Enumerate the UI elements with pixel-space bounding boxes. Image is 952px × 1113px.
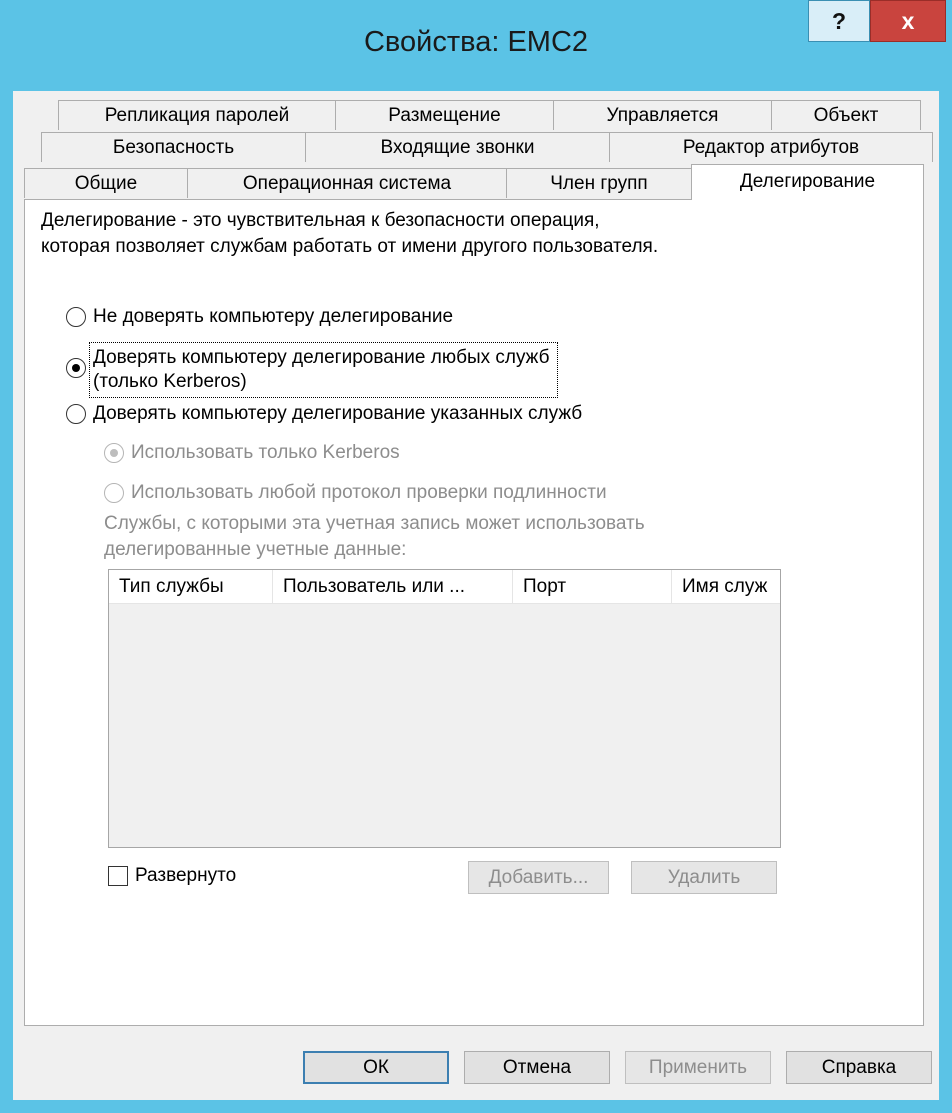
radio-kerberos-only[interactable]: Использовать только Kerberos: [104, 441, 400, 465]
radio-no-trust[interactable]: Не доверять компьютеру делегирование: [66, 305, 453, 329]
description-line-2: которая позволяет службам работать от им…: [41, 236, 659, 257]
tab-password-replication[interactable]: Репликация паролей: [58, 100, 336, 130]
tab-security[interactable]: Безопасность: [41, 132, 306, 162]
help-button[interactable]: Справка: [786, 1051, 932, 1084]
column-service-type[interactable]: Тип службы: [109, 570, 273, 603]
radio-trust-specified[interactable]: Доверять компьютеру делегирование указан…: [66, 402, 582, 426]
services-label-line-2: делегированные учетные данные:: [104, 539, 407, 560]
radio-trust-specified-indicator[interactable]: [66, 404, 86, 424]
add-service-button[interactable]: Добавить...: [468, 861, 609, 894]
help-title-button[interactable]: ?: [808, 0, 870, 42]
expanded-checkbox-label: Развернуто: [135, 865, 237, 886]
tab-member-of[interactable]: Член групп: [506, 168, 692, 198]
radio-kerberos-only-label: Использовать только Kerberos: [131, 442, 400, 463]
tab-delegation[interactable]: Делегирование: [691, 164, 924, 200]
radio-kerberos-only-indicator[interactable]: [104, 443, 124, 463]
column-user-or-computer[interactable]: Пользователь или ...: [273, 570, 513, 603]
close-button[interactable]: x: [870, 0, 946, 42]
services-label: Службы, с которыми эта учетная запись мо…: [104, 511, 645, 563]
expanded-checkbox-box[interactable]: [108, 866, 128, 886]
radio-no-trust-indicator[interactable]: [66, 307, 86, 327]
properties-dialog: Свойства: EMC2 ? x Репликация паролей Ра…: [0, 0, 952, 1113]
tab-operating-system[interactable]: Операционная система: [187, 168, 507, 198]
tab-object[interactable]: Объект: [771, 100, 921, 130]
radio-trust-specified-label: Доверять компьютеру делегирование указан…: [93, 403, 583, 424]
column-port[interactable]: Порт: [513, 570, 672, 603]
description-line-1: Делегирование - это чувствительная к без…: [41, 210, 600, 231]
radio-trust-any-label-line-2: (только Kerberos): [93, 371, 247, 392]
tab-attribute-editor[interactable]: Редактор атрибутов: [609, 132, 933, 162]
radio-no-trust-label: Не доверять компьютеру делегирование: [93, 306, 454, 327]
radio-any-protocol[interactable]: Использовать любой протокол проверки под…: [104, 481, 607, 505]
tab-managed-by[interactable]: Управляется: [553, 100, 772, 130]
radio-any-protocol-label: Использовать любой протокол проверки под…: [131, 482, 607, 503]
radio-trust-any-indicator[interactable]: [66, 358, 86, 378]
remove-service-button[interactable]: Удалить: [631, 861, 777, 894]
expanded-checkbox[interactable]: Развернуто: [108, 865, 236, 887]
services-table[interactable]: Тип службы Пользователь или ... Порт Имя…: [108, 569, 781, 848]
tab-general[interactable]: Общие: [24, 168, 188, 198]
services-label-line-1: Службы, с которыми эта учетная запись мо…: [104, 513, 645, 534]
radio-trust-any-label: Доверять компьютеру делегирование любых …: [89, 342, 558, 398]
apply-button[interactable]: Применить: [625, 1051, 771, 1084]
radio-any-protocol-indicator[interactable]: [104, 483, 124, 503]
tab-location[interactable]: Размещение: [335, 100, 554, 130]
column-service-name[interactable]: Имя служ: [672, 570, 780, 603]
title-bar[interactable]: Свойства: EMC2 ? x: [0, 0, 952, 91]
services-table-header: Тип службы Пользователь или ... Порт Имя…: [109, 570, 780, 604]
radio-trust-any[interactable]: Доверять компьютеру делегирование любых …: [66, 342, 558, 398]
tab-dial-in[interactable]: Входящие звонки: [305, 132, 610, 162]
ok-button[interactable]: ОК: [303, 1051, 449, 1084]
cancel-button[interactable]: Отмена: [464, 1051, 610, 1084]
delegation-description: Делегирование - это чувствительная к без…: [41, 208, 658, 260]
delegation-panel: Делегирование - это чувствительная к без…: [24, 199, 924, 1026]
radio-trust-any-label-line-1: Доверять компьютеру делегирование любых …: [93, 347, 550, 368]
